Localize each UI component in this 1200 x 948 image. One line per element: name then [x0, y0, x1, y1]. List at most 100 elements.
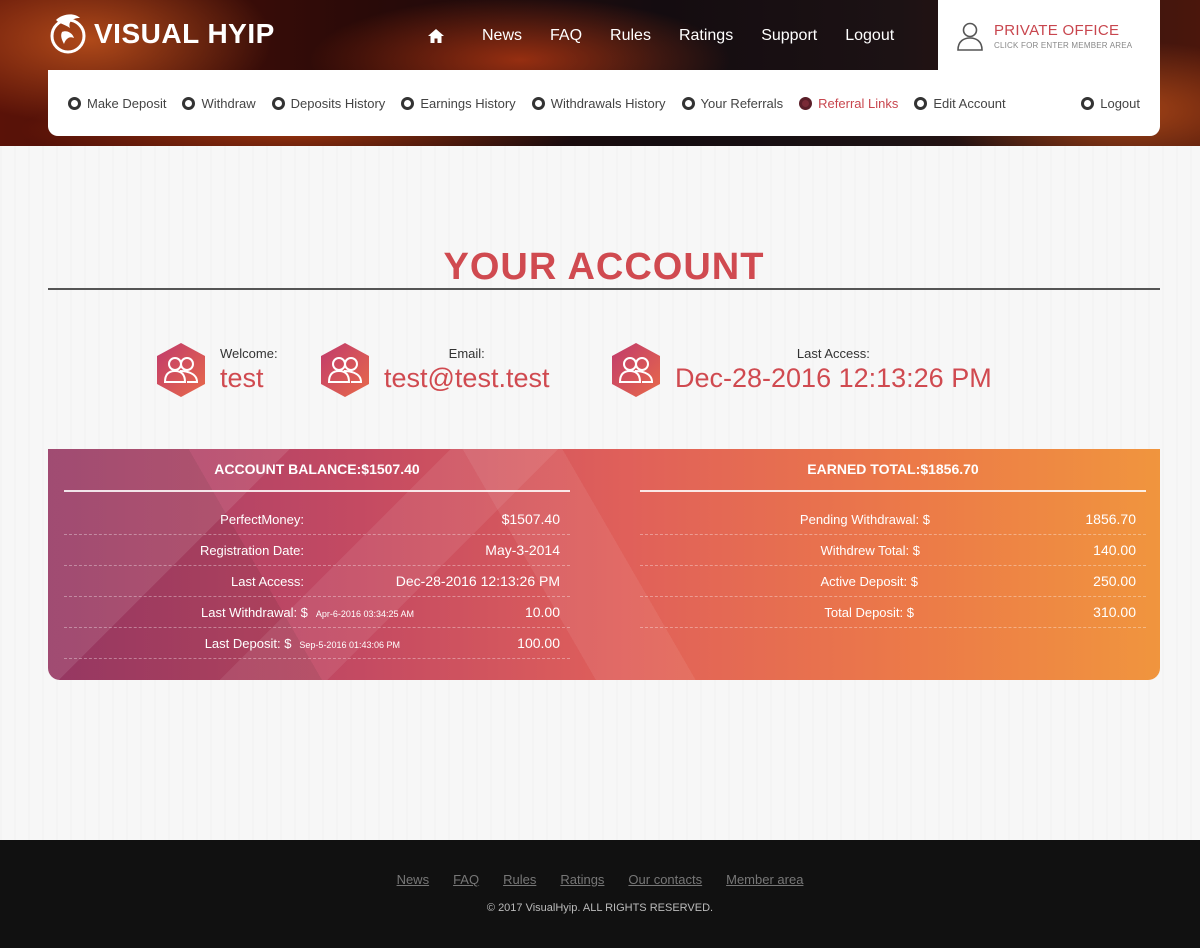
row-note: Apr-6-2016 03:34:25 AM [315, 608, 414, 619]
radio-dot-icon [531, 96, 545, 110]
row-value: 10.00 [524, 604, 560, 620]
footer-link-news[interactable]: News [397, 872, 430, 887]
row-value: 250.00 [1093, 573, 1136, 589]
subnav-label: Withdraw [201, 95, 256, 111]
row-note: Sep-5-2016 01:43:06 PM [299, 639, 400, 650]
row-value: $1507.40 [501, 511, 560, 527]
subnav-label: Your Referrals [700, 95, 784, 111]
member-subnav: Make Deposit Withdraw Deposits History E… [48, 70, 1160, 136]
email-label: Email: [448, 346, 485, 361]
footer-link-rules[interactable]: Rules [503, 872, 536, 887]
row-label: Last Withdrawal: $ Apr-6-2016 03:34:25 AM [200, 604, 414, 620]
row-label: Last Deposit: $ Sep-5-2016 01:43:06 PM [204, 635, 400, 651]
footer-link-faq[interactable]: FAQ [453, 872, 479, 887]
table-row: Total Deposit: $ 310.00 [640, 597, 1146, 628]
main-content: YOUR ACCOUNT Welcome: test Email: test@t… [0, 146, 1200, 840]
header-hero: VISUAL HYIP News FAQ Rules Ratings Suppo… [0, 0, 1200, 146]
topnav-faq[interactable]: FAQ [550, 22, 582, 50]
row-label: Pending Withdrawal: $ [799, 511, 930, 527]
subnav-label: Referral Links [818, 95, 899, 111]
last-access-value: Dec-28-2016 12:13:26 PM [675, 363, 992, 393]
subnav-make-deposit[interactable]: Make Deposit [68, 96, 166, 111]
subnav-deposits-history[interactable]: Deposits History [271, 95, 386, 111]
subnav-earnings-history[interactable]: Earnings History [401, 95, 516, 111]
row-value: 100.00 [517, 635, 560, 651]
footer-link-our-contacts[interactable]: Our contacts [628, 872, 702, 887]
topnav-news[interactable]: News [482, 22, 522, 50]
subnav-label: Logout [1100, 95, 1140, 111]
radio-dot-icon [68, 96, 81, 110]
row-label: Total Deposit: $ [824, 604, 914, 620]
private-office-subtitle: CLICK FOR ENTER MEMBER AREA [994, 41, 1133, 50]
subnav-label: Edit Account [933, 95, 1006, 111]
last-access-label: Last Access: [796, 346, 870, 361]
info-welcome: Welcome: test [156, 342, 278, 398]
row-label: Last Access: [231, 573, 304, 589]
row-value: May-3-2014 [485, 542, 560, 558]
users-hex-icon [157, 343, 205, 397]
footer-link-member-area[interactable]: Member area [726, 872, 803, 887]
topnav-ratings[interactable]: Ratings [679, 22, 733, 50]
table-row: Last Withdrawal: $ Apr-6-2016 03:34:25 AM… [64, 597, 570, 628]
subnav-logout[interactable]: Logout [1081, 96, 1140, 111]
subnav-label: Withdrawals History [550, 95, 666, 111]
row-value: 1856.70 [1085, 511, 1136, 527]
subnav-label: Deposits History [290, 95, 386, 111]
row-label: Active Deposit: $ [820, 573, 918, 589]
radio-dot-icon [1081, 96, 1095, 110]
table-row: PerfectMoney: $1507.40 [64, 504, 570, 535]
radio-dot-icon [681, 96, 695, 110]
earned-total-heading: EARNED TOTAL:$1856.70 [640, 449, 1146, 492]
account-summary-panel: ACCOUNT BALANCE:$1507.40 PerfectMoney: $… [48, 449, 1160, 680]
subnav-label: Earnings History [420, 95, 516, 111]
topnav-rules[interactable]: Rules [610, 22, 651, 50]
table-row: Last Access: Dec-28-2016 12:13:26 PM [64, 566, 570, 597]
table-row: Active Deposit: $ 250.00 [640, 566, 1146, 597]
radio-dot-icon [182, 96, 196, 110]
brand-name: VISUAL HYIP [94, 18, 275, 49]
row-label: Withdrew Total: $ [820, 542, 920, 558]
welcome-label: Welcome: [220, 346, 278, 361]
top-nav: News FAQ Rules Ratings Support Logout [422, 22, 908, 50]
subnav-label: Make Deposit [87, 95, 167, 111]
account-balance-column: ACCOUNT BALANCE:$1507.40 PerfectMoney: $… [64, 449, 570, 659]
radio-dot-icon [271, 96, 285, 110]
footer-link-ratings[interactable]: Ratings [560, 872, 604, 887]
copyright: © 2017 VisualHyip. ALL RIGHTS RESERVED. [486, 902, 714, 914]
table-row: Withdrew Total: $ 140.00 [640, 535, 1146, 566]
table-row: Pending Withdrawal: $ 1856.70 [640, 504, 1146, 535]
info-last-access: Last Access: Dec-28-2016 12:13:26 PM [611, 342, 992, 398]
row-value: 310.00 [1093, 604, 1136, 620]
earned-total-column: EARNED TOTAL:$1856.70 Pending Withdrawal… [640, 449, 1146, 628]
row-label: PerfectMoney: [220, 511, 304, 527]
subnav-withdraw[interactable]: Withdraw [182, 95, 256, 111]
page-title: YOUR ACCOUNT [443, 246, 765, 288]
user-icon [957, 22, 983, 51]
table-row: Last Deposit: $ Sep-5-2016 01:43:06 PM 10… [64, 628, 570, 659]
subnav-withdrawals-history[interactable]: Withdrawals History [531, 95, 666, 111]
footer-links: News FAQ Rules Ratings Our contacts Memb… [0, 872, 1200, 887]
row-label: Registration Date: [199, 542, 304, 558]
private-office-title: PRIVATE OFFICE [994, 22, 1120, 39]
info-email: Email: test@test.test [320, 342, 549, 398]
home-icon[interactable] [422, 22, 450, 50]
topnav-support[interactable]: Support [761, 22, 817, 50]
email-value: test@test.test [384, 363, 550, 393]
row-value: Dec-28-2016 12:13:26 PM [395, 573, 560, 589]
private-office-button[interactable]: PRIVATE OFFICE CLICK FOR ENTER MEMBER AR… [938, 0, 1160, 72]
radio-dot-icon [914, 96, 928, 110]
subnav-your-referrals[interactable]: Your Referrals [681, 95, 784, 111]
topnav-logout[interactable]: Logout [845, 22, 894, 50]
row-value: 140.00 [1093, 542, 1136, 558]
subnav-edit-account[interactable]: Edit Account [914, 95, 1006, 111]
dragon-logo-icon [50, 14, 86, 54]
radio-dot-icon [401, 96, 415, 110]
table-row: Registration Date: May-3-2014 [64, 535, 570, 566]
users-hex-icon [612, 343, 660, 397]
account-balance-heading: ACCOUNT BALANCE:$1507.40 [64, 449, 570, 492]
subnav-referral-links[interactable]: Referral Links [799, 96, 898, 111]
radio-dot-icon [799, 96, 813, 110]
logo[interactable]: VISUAL HYIP [48, 8, 275, 60]
footer: News FAQ Rules Ratings Our contacts Memb… [0, 840, 1200, 948]
welcome-value: test [220, 363, 264, 393]
